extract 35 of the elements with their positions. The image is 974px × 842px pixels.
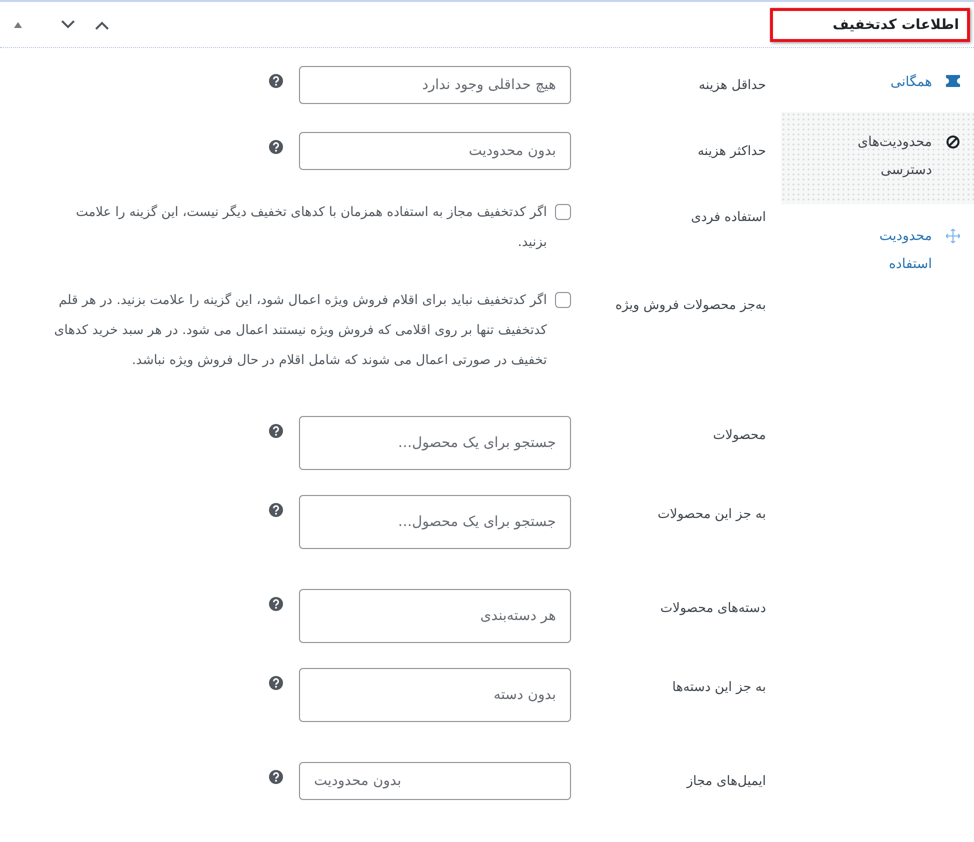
prohibited-icon	[946, 135, 960, 149]
help-icon[interactable]	[269, 597, 283, 611]
help-icon[interactable]	[269, 770, 283, 784]
input-field[interactable]: بدون محدودیت	[299, 132, 571, 170]
field-label: محصولات	[712, 427, 766, 443]
input-field[interactable]: هیچ حداقلی وجود ندارد	[299, 66, 571, 104]
sidebar-tab[interactable]: همگانی	[781, 62, 974, 106]
checkbox[interactable]	[555, 292, 571, 308]
sidebar-tab[interactable]: محدودیت‌های دسترسی	[781, 112, 974, 204]
input-field[interactable]: بدون محدودیت	[299, 762, 571, 800]
field-label: حداقل هزینه	[698, 77, 766, 93]
help-icon[interactable]	[269, 424, 283, 438]
ticket-icon	[946, 75, 960, 87]
checkbox-description: اگر کدتخفیف نباید برای اقلام فروش ویژه اعمال شود، این گزینه را علامت بزنید. در هر قلم کدتخفیف تنها بر روی اقلامی که فروش ویژه نیستند اعمال می شود. در هر سبد خرید کدهای تخفیف در صورتی اعمال می شوند که شامل اقلام در حال فروش ویژه نباشد.	[53, 292, 547, 370]
multiselect-field[interactable]: بدون دسته	[299, 668, 571, 722]
multiselect-field[interactable]: هر دسته‌بندی	[299, 589, 571, 643]
panel-title: اطلاعات کدتخفیف	[770, 8, 970, 42]
help-icon[interactable]	[269, 74, 283, 88]
checkbox[interactable]	[555, 204, 571, 220]
help-icon[interactable]	[269, 140, 283, 154]
field-label: به جز این دسته‌ها	[671, 679, 766, 695]
field-label: استفاده فردی	[690, 209, 766, 225]
field-label: ایمیل‌های مجاز	[685, 773, 766, 789]
help-icon[interactable]	[269, 676, 283, 690]
checkbox-description: اگر کدتخفیف مجاز به استفاده همزمان با کدهای تخفیف دیگر نیست، این گزینه را علامت بزنید.	[74, 204, 547, 252]
field-label: حداکثر هزینه	[696, 143, 766, 159]
triangle-up-icon[interactable]	[12, 20, 24, 30]
field-label: به جز این محصولات	[656, 506, 766, 522]
sidebar-tab[interactable]: محدودیت استفاده	[781, 216, 974, 288]
field-label: به‌جز محصولات فروش ویژه	[614, 297, 766, 313]
multiselect-field[interactable]: جستجو برای یک محصول…	[299, 495, 571, 549]
field-label: دسته‌های محصولات	[659, 600, 766, 616]
help-icon[interactable]	[269, 503, 283, 517]
multiselect-field[interactable]: جستجو برای یک محصول…	[299, 416, 571, 470]
move-icon	[946, 229, 960, 243]
